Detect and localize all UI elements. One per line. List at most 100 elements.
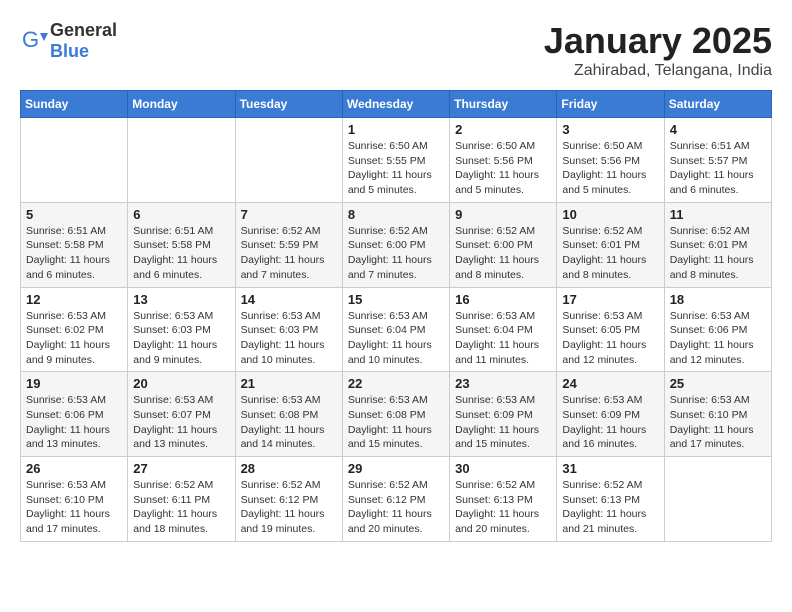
calendar-cell [235,118,342,203]
day-info: Sunrise: 6:53 AMSunset: 6:03 PMDaylight:… [241,309,337,368]
day-info: Sunrise: 6:53 AMSunset: 6:03 PMDaylight:… [133,309,229,368]
day-number: 22 [348,376,444,391]
day-number: 16 [455,292,551,307]
calendar-cell: 8Sunrise: 6:52 AMSunset: 6:00 PMDaylight… [342,202,449,287]
day-number: 18 [670,292,766,307]
location-title: Zahirabad, Telangana, India [544,62,772,80]
day-number: 5 [26,207,122,222]
day-number: 21 [241,376,337,391]
logo-blue: Blue [50,41,89,61]
calendar-cell: 1Sunrise: 6:50 AMSunset: 5:55 PMDaylight… [342,118,449,203]
calendar-cell: 21Sunrise: 6:53 AMSunset: 6:08 PMDayligh… [235,372,342,457]
calendar-cell: 4 Sunrise: 6:51 AMSunset: 5:57 PMDaylight… [664,118,771,203]
calendar-cell: 19Sunrise: 6:53 AMSunset: 6:06 PMDayligh… [21,372,128,457]
day-number: 23 [455,376,551,391]
day-number: 7 [241,207,337,222]
calendar-cell: 12 Sunrise: 6:53 AMSunset: 6:02 PMDayligh… [21,287,128,372]
day-info: Sunrise: 6:50 AMSunset: 5:55 PMDaylight:… [348,139,444,198]
month-title: January 2025 [544,20,772,62]
title-area: January 2025 Zahirabad, Telangana, India [544,20,772,80]
svg-text:G: G [22,27,39,52]
day-info: Sunrise: 6:53 AMSunset: 6:10 PMDaylight:… [26,478,122,537]
logo-general: General [50,20,117,40]
calendar-cell: 14 Sunrise: 6:53 AMSunset: 6:03 PMDayligh… [235,287,342,372]
calendar-cell [21,118,128,203]
calendar-cell: 26 Sunrise: 6:53 AMSunset: 6:10 PMDayligh… [21,457,128,542]
calendar-cell: 16 Sunrise: 6:53 AMSunset: 6:04 PMDayligh… [450,287,557,372]
day-number: 10 [562,207,658,222]
weekday-header-monday: Monday [128,91,235,118]
weekday-header-sunday: Sunday [21,91,128,118]
calendar-cell: 15 Sunrise: 6:53 AMSunset: 6:04 PMDayligh… [342,287,449,372]
calendar-cell: 29 Sunrise: 6:52 AMSunset: 6:12 PMDayligh… [342,457,449,542]
day-info: Sunrise: 6:51 AMSunset: 5:58 PMDaylight:… [26,224,122,283]
calendar-cell: 3Sunrise: 6:50 AMSunset: 5:56 PMDaylight… [557,118,664,203]
calendar-cell: 25 Sunrise: 6:53 AMSunset: 6:10 PMDayligh… [664,372,771,457]
calendar-cell: 22 Sunrise: 6:53 AMSunset: 6:08 PMDayligh… [342,372,449,457]
day-number: 8 [348,207,444,222]
day-info: Sunrise: 6:53 AMSunset: 6:05 PMDaylight:… [562,309,658,368]
day-info: Sunrise: 6:52 AMSunset: 6:13 PMDaylight:… [562,478,658,537]
calendar-cell: 23 Sunrise: 6:53 AMSunset: 6:09 PMDayligh… [450,372,557,457]
calendar-cell: 18 Sunrise: 6:53 AMSunset: 6:06 PMDayligh… [664,287,771,372]
day-number: 30 [455,461,551,476]
day-number: 20 [133,376,229,391]
day-info: Sunrise: 6:53 AMSunset: 6:04 PMDaylight:… [348,309,444,368]
day-number: 27 [133,461,229,476]
calendar-cell: 9 Sunrise: 6:52 AMSunset: 6:00 PMDaylight… [450,202,557,287]
day-info: Sunrise: 6:52 AMSunset: 6:12 PMDaylight:… [348,478,444,537]
day-info: Sunrise: 6:53 AMSunset: 6:04 PMDaylight:… [455,309,551,368]
weekday-header-wednesday: Wednesday [342,91,449,118]
page-header: G General Blue January 2025 Zahirabad, T… [20,20,772,80]
day-info: Sunrise: 6:52 AMSunset: 5:59 PMDaylight:… [241,224,337,283]
logo-icon: G [20,27,48,55]
calendar-cell: 28 Sunrise: 6:52 AMSunset: 6:12 PMDayligh… [235,457,342,542]
calendar-cell: 13 Sunrise: 6:53 AMSunset: 6:03 PMDayligh… [128,287,235,372]
day-number: 19 [26,376,122,391]
day-info: Sunrise: 6:53 AMSunset: 6:10 PMDaylight:… [670,393,766,452]
day-info: Sunrise: 6:52 AMSunset: 6:01 PMDaylight:… [562,224,658,283]
day-info: Sunrise: 6:53 AMSunset: 6:08 PMDaylight:… [348,393,444,452]
calendar-cell: 20 Sunrise: 6:53 AMSunset: 6:07 PMDayligh… [128,372,235,457]
calendar-cell: 7 Sunrise: 6:52 AMSunset: 5:59 PMDaylight… [235,202,342,287]
calendar-cell: 2 Sunrise: 6:50 AMSunset: 5:56 PMDaylight… [450,118,557,203]
day-info: Sunrise: 6:52 AMSunset: 6:12 PMDaylight:… [241,478,337,537]
day-info: Sunrise: 6:53 AMSunset: 6:02 PMDaylight:… [26,309,122,368]
day-number: 26 [26,461,122,476]
day-info: Sunrise: 6:53 AMSunset: 6:09 PMDaylight:… [455,393,551,452]
calendar-cell: 31 Sunrise: 6:52 AMSunset: 6:13 PMDayligh… [557,457,664,542]
calendar-cell [128,118,235,203]
day-number: 2 [455,122,551,137]
day-number: 29 [348,461,444,476]
day-info: Sunrise: 6:50 AMSunset: 5:56 PMDaylight:… [455,139,551,198]
day-info: Sunrise: 6:53 AMSunset: 6:07 PMDaylight:… [133,393,229,452]
day-number: 4 [670,122,766,137]
day-info: Sunrise: 6:52 AMSunset: 6:01 PMDaylight:… [670,224,766,283]
day-number: 14 [241,292,337,307]
day-info: Sunrise: 6:51 AMSunset: 5:58 PMDaylight:… [133,224,229,283]
day-number: 11 [670,207,766,222]
day-number: 6 [133,207,229,222]
calendar-cell: 5 Sunrise: 6:51 AMSunset: 5:58 PMDaylight… [21,202,128,287]
calendar-cell: 24Sunrise: 6:53 AMSunset: 6:09 PMDayligh… [557,372,664,457]
day-number: 17 [562,292,658,307]
day-info: Sunrise: 6:52 AMSunset: 6:13 PMDaylight:… [455,478,551,537]
day-info: Sunrise: 6:50 AMSunset: 5:56 PMDaylight:… [562,139,658,198]
day-number: 13 [133,292,229,307]
calendar-cell: 10 Sunrise: 6:52 AMSunset: 6:01 PMDayligh… [557,202,664,287]
day-info: Sunrise: 6:53 AMSunset: 6:06 PMDaylight:… [670,309,766,368]
day-number: 15 [348,292,444,307]
day-number: 31 [562,461,658,476]
day-info: Sunrise: 6:52 AMSunset: 6:00 PMDaylight:… [455,224,551,283]
day-info: Sunrise: 6:51 AMSunset: 5:57 PMDaylight:… [670,139,766,198]
day-number: 9 [455,207,551,222]
weekday-header-thursday: Thursday [450,91,557,118]
day-number: 12 [26,292,122,307]
calendar-cell: 11 Sunrise: 6:52 AMSunset: 6:01 PMDayligh… [664,202,771,287]
logo: G General Blue [20,20,117,62]
calendar-cell: 30 Sunrise: 6:52 AMSunset: 6:13 PMDayligh… [450,457,557,542]
day-number: 28 [241,461,337,476]
weekday-header-tuesday: Tuesday [235,91,342,118]
weekday-header-saturday: Saturday [664,91,771,118]
day-number: 25 [670,376,766,391]
